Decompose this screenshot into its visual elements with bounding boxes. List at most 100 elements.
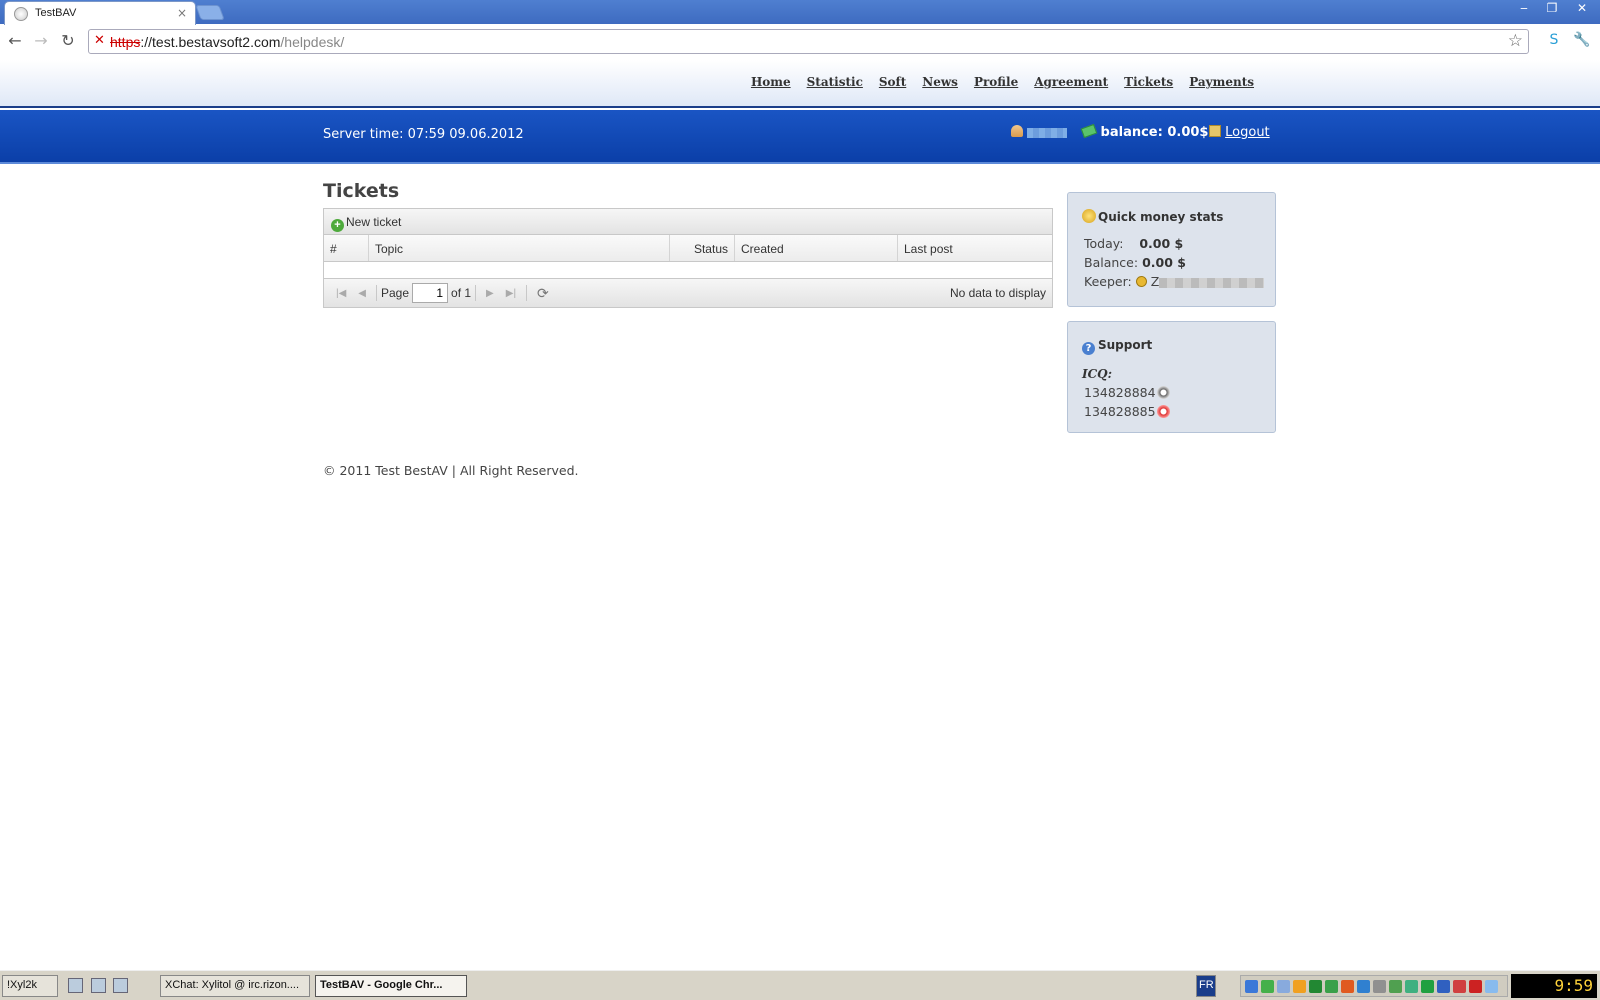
first-page-icon[interactable]: |◀ — [336, 288, 346, 299]
column-header-last-post[interactable]: Last post — [898, 235, 1052, 261]
tray-icon[interactable] — [1437, 980, 1450, 993]
grid-toolbar: + New ticket — [324, 209, 1052, 235]
quick-money-panel: Quick money stats Today: 0.00 $ Balance:… — [1067, 192, 1276, 307]
balance-value: 0.00 $ — [1142, 255, 1186, 270]
tray-icon[interactable] — [1261, 980, 1274, 993]
support-panel-title: ? Support — [1082, 338, 1275, 355]
tray-icon[interactable] — [1245, 980, 1258, 993]
browser-toolbar: ← → ↻ ✕ https://test.bestavsoft2.com/hel… — [0, 25, 1600, 58]
restore-button[interactable]: ❐ — [1540, 0, 1564, 16]
tray-icon[interactable] — [1469, 980, 1482, 993]
grid-pager: |◀ ◀ Page of 1 ▶ ▶| ⟳ No data to display — [324, 279, 1052, 307]
money-panel-title-text: Quick money stats — [1098, 210, 1224, 224]
icq-contact: 134828884 — [1084, 385, 1275, 400]
address-bar[interactable]: ✕ https://test.bestavsoft2.com/helpdesk/… — [88, 29, 1529, 54]
nav-home[interactable]: Home — [751, 75, 791, 89]
logout-link[interactable]: Logout — [1225, 125, 1270, 140]
url-host: ://test.bestavsoft2.com — [140, 34, 281, 50]
page-number-input[interactable] — [412, 283, 449, 303]
back-arrow-icon[interactable]: ← — [5, 31, 25, 51]
wrench-icon[interactable]: 🔧 — [1572, 30, 1592, 50]
tray-icon[interactable] — [1405, 980, 1418, 993]
task-chrome-label: TestBAV - Google Chr... — [320, 979, 443, 991]
icq-status-away-icon — [1156, 405, 1170, 418]
reload-icon[interactable]: ↻ — [58, 31, 78, 51]
last-page-icon[interactable]: ▶| — [506, 288, 516, 299]
tray-icon[interactable] — [1277, 980, 1290, 993]
page-title: Tickets — [323, 180, 400, 202]
tickets-grid: + New ticket # Topic Status Created Last … — [323, 208, 1053, 308]
keeper-label: Keeper: — [1084, 274, 1132, 289]
os-taskbar: !Xyl2k XChat: Xylitol @ irc.rizon.... Te… — [0, 970, 1600, 1000]
task-chrome[interactable]: TestBAV - Google Chr... — [315, 975, 467, 997]
prev-page-icon[interactable]: ◀ — [358, 288, 366, 299]
insecure-lock-icon: ✕ — [94, 33, 105, 48]
user-icon — [1011, 125, 1023, 137]
tray-icon[interactable] — [1389, 980, 1402, 993]
tray-icon[interactable] — [1309, 980, 1322, 993]
tray-icon[interactable] — [1325, 980, 1338, 993]
balance-stat: Balance: 0.00 $ — [1084, 255, 1275, 270]
main-nav: Home Statistic Soft News Profile Agreeme… — [751, 75, 1254, 89]
nav-soft[interactable]: Soft — [879, 75, 906, 89]
start-button[interactable]: !Xyl2k — [2, 975, 58, 997]
nav-tickets[interactable]: Tickets — [1124, 75, 1173, 89]
add-icon: + — [331, 219, 344, 232]
skype-extension-icon[interactable]: S — [1544, 30, 1564, 50]
new-tab-button[interactable] — [195, 5, 225, 20]
desktop-quicklaunch-icon[interactable] — [91, 978, 106, 993]
pager-separator — [376, 285, 377, 301]
bookmark-star-icon[interactable]: ☆ — [1508, 31, 1523, 51]
next-page-icon[interactable]: ▶ — [486, 288, 494, 299]
support-panel-title-text: Support — [1098, 338, 1153, 352]
username-redacted — [1027, 127, 1068, 138]
task-xchat-label: XChat: Xylitol @ irc.rizon.... — [165, 979, 300, 991]
refresh-icon[interactable]: ⟳ — [537, 285, 549, 302]
language-indicator[interactable]: FR — [1196, 975, 1216, 997]
globe-icon — [14, 7, 28, 21]
url-scheme: https — [110, 34, 141, 50]
nav-payments[interactable]: Payments — [1189, 75, 1254, 89]
browser-tab[interactable]: TestBAV × — [4, 1, 196, 25]
tray-icon[interactable] — [1453, 980, 1466, 993]
nav-news[interactable]: News — [922, 75, 958, 89]
support-panel: ? Support ICQ: 134828884 134828885 — [1067, 321, 1276, 433]
start-label: !Xyl2k — [7, 979, 37, 991]
column-header-topic[interactable]: Topic — [369, 235, 670, 261]
minimize-button[interactable]: ‒ — [1512, 0, 1536, 16]
tab-close-icon[interactable]: × — [177, 6, 187, 20]
icq-number: 134828885 — [1084, 404, 1156, 419]
column-header-status[interactable]: Status — [670, 235, 735, 261]
ie-quicklaunch-icon[interactable] — [68, 978, 83, 993]
no-data-message: No data to display — [949, 286, 1046, 300]
pager-separator — [475, 285, 477, 301]
tray-icon[interactable] — [1485, 980, 1498, 993]
tray-icon[interactable] — [1293, 980, 1306, 993]
tray-icon[interactable] — [1341, 980, 1354, 993]
close-window-button[interactable]: ✕ — [1570, 0, 1594, 16]
app-quicklaunch-icon[interactable] — [113, 978, 128, 993]
grid-body — [324, 262, 1052, 279]
icq-label: ICQ: — [1082, 367, 1113, 381]
column-header-created[interactable]: Created — [735, 235, 898, 261]
keeper-redacted — [1159, 277, 1265, 288]
nav-agreement[interactable]: Agreement — [1034, 75, 1108, 89]
system-clock[interactable]: 9:59 — [1511, 974, 1597, 998]
browser-chrome: TestBAV × ‒ ❐ ✕ ← → ↻ ✕ https://test.bes… — [0, 0, 1600, 60]
tray-icon[interactable] — [1373, 980, 1386, 993]
grid-header: # Topic Status Created Last post — [324, 235, 1052, 262]
task-xchat[interactable]: XChat: Xylitol @ irc.rizon.... — [160, 975, 310, 997]
logout-icon — [1209, 125, 1221, 137]
forward-arrow-icon[interactable]: → — [31, 31, 51, 51]
nav-statistic[interactable]: Statistic — [807, 75, 863, 89]
column-header-number[interactable]: # — [324, 235, 369, 261]
status-bar: Server time: 07:59 09.06.2012 balance: 0… — [0, 110, 1600, 164]
tray-icon[interactable] — [1357, 980, 1370, 993]
today-label: Today: — [1084, 236, 1124, 251]
url-text: https://test.bestavsoft2.com/helpdesk/ — [110, 34, 344, 50]
new-ticket-button[interactable]: + New ticket — [331, 215, 402, 232]
new-ticket-label: New ticket — [346, 215, 402, 229]
tray-icon[interactable] — [1421, 980, 1434, 993]
nav-profile[interactable]: Profile — [974, 75, 1018, 89]
system-tray — [1240, 975, 1508, 997]
